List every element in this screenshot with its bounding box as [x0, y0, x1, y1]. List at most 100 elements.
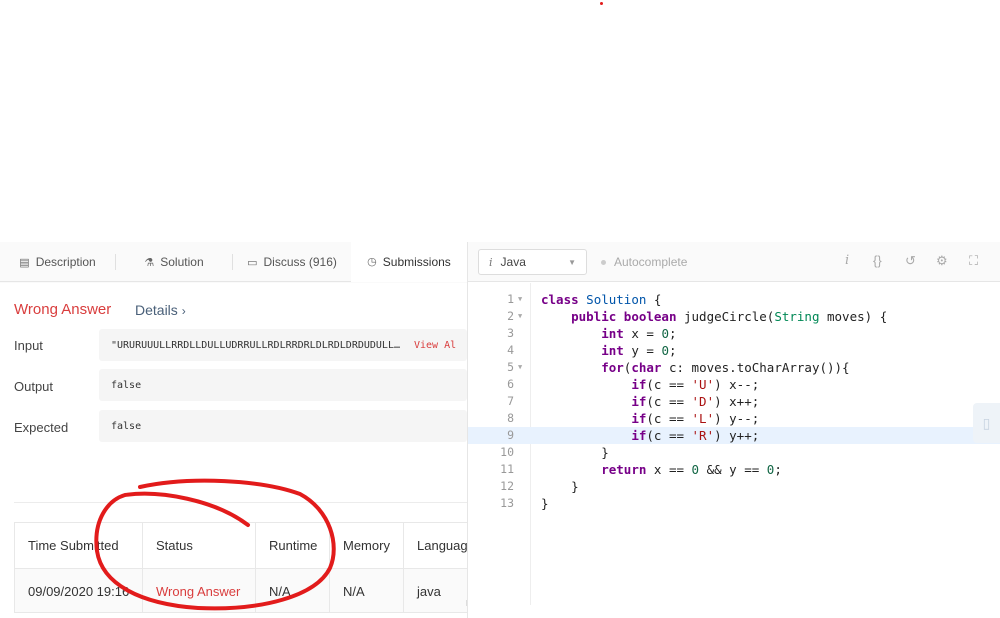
code-line[interactable]: 12 }	[468, 478, 1000, 495]
submissions-table: Time Submitted Status Runtime Memory Lan…	[14, 522, 467, 613]
line-number: 4	[507, 343, 514, 357]
autocomplete-toggle[interactable]: Autocomplete	[601, 255, 687, 269]
line-number: 5	[507, 360, 514, 374]
tab-description[interactable]: ▤ Description	[0, 242, 115, 282]
editor-toolbar: i Java ▼ Autocomplete i {} ↺ ⚙ ⛶	[468, 242, 1000, 282]
problem-tabs: ▤ Description ⚗ Solution ▭ Discuss (916)…	[0, 242, 467, 282]
fullscreen-icon[interactable]: ⛶	[969, 253, 978, 269]
code-line[interactable]: 11 return x == 0 && y == 0;	[468, 461, 1000, 478]
code-line[interactable]: 3 int x = 0;	[468, 325, 1000, 342]
code-text: return x == 0 && y == 0;	[601, 462, 782, 477]
cell-status[interactable]: Wrong Answer	[143, 569, 256, 612]
tab-discuss[interactable]: ▭ Discuss (916)	[233, 242, 351, 282]
tab-solution[interactable]: ⚗ Solution	[116, 242, 232, 282]
line-number: 7	[507, 394, 514, 408]
language-select[interactable]: i Java ▼	[478, 249, 587, 275]
cell-language: java	[417, 583, 441, 599]
red-dot-mark	[600, 2, 603, 5]
fold-arrow-icon[interactable]: ▼	[518, 359, 522, 376]
line-number: 8	[507, 411, 514, 425]
output-box: false	[99, 369, 467, 401]
code-text: int x = 0;	[601, 326, 677, 341]
table-row[interactable]: 09/09/2020 19:16 Wrong Answer N/A N/A ja…	[15, 569, 467, 612]
header-language[interactable]: Languag	[404, 523, 467, 568]
code-text: }	[541, 479, 579, 494]
expected-label: Expected	[14, 420, 69, 435]
submission-result: Wrong Answer Details › Input "URURUUULLRR…	[0, 283, 467, 618]
view-all-link[interactable]: View Al	[414, 340, 456, 351]
reset-icon[interactable]: ↺	[905, 253, 916, 269]
line-number: 9	[507, 428, 514, 442]
header-runtime[interactable]: Runtime	[256, 523, 330, 568]
header-time-submitted[interactable]: Time Submitted	[15, 523, 143, 568]
input-label: Input	[14, 338, 43, 353]
clock-icon: ◷	[367, 256, 377, 268]
line-number: 11	[500, 462, 514, 476]
code-text: class Solution {	[541, 292, 662, 307]
header-status[interactable]: Status	[143, 523, 256, 568]
cell-time-submitted: 09/09/2020 19:16	[15, 569, 143, 612]
line-number: 13	[500, 496, 514, 510]
fold-arrow-icon[interactable]: ▼	[518, 308, 522, 325]
expected-value: false	[111, 420, 142, 432]
caret-down-icon: ▼	[568, 258, 576, 267]
output-value: false	[111, 379, 142, 391]
flask-icon: ⚗	[144, 256, 155, 269]
line-number: 2	[507, 309, 514, 323]
output-label: Output	[14, 379, 54, 394]
table-header-row: Time Submitted Status Runtime Memory Lan…	[15, 523, 467, 569]
status-dot-icon	[601, 259, 606, 265]
fold-arrow-icon[interactable]: ▼	[518, 291, 522, 308]
header-memory[interactable]: Memory	[330, 523, 404, 568]
info-small-icon: i	[489, 255, 493, 269]
details-label: Details	[135, 302, 178, 318]
braces-icon[interactable]: {}	[873, 253, 882, 268]
side-tab-icon[interactable]: ▯	[973, 403, 1000, 443]
code-line[interactable]: 9 if(c == 'R') y++;	[468, 427, 1000, 444]
code-line[interactable]: 1 ▼ class Solution {	[468, 291, 1000, 308]
input-value: "URURUUULLRRDLLDULLUDRRULLRDLRRDRLDLRDLD…	[111, 339, 400, 351]
code-line[interactable]: 7 if(c == 'D') x++;	[468, 393, 1000, 410]
chevron-right-icon: ›	[181, 304, 186, 318]
code-line[interactable]: 4 int y = 0;	[468, 342, 1000, 359]
code-line[interactable]: 2 ▼ public boolean judgeCircle(String mov…	[468, 308, 1000, 325]
code-text: if(c == 'D') x++;	[631, 394, 760, 409]
line-number: 1	[507, 292, 514, 306]
code-text: if(c == 'L') y--;	[631, 411, 760, 426]
line-number: 10	[500, 445, 514, 459]
code-line[interactable]: 10 }	[468, 444, 1000, 461]
left-panel: ▤ Description ⚗ Solution ▭ Discuss (916)…	[0, 242, 467, 618]
settings-icon[interactable]: ⚙	[936, 253, 948, 269]
tab-submissions[interactable]: ◷ Submissions	[351, 242, 467, 282]
line-number: 6	[507, 377, 514, 391]
tab-label: Description	[35, 255, 96, 269]
code-line[interactable]: 5 ▼ for(char c: moves.toCharArray()){	[468, 359, 1000, 376]
code-text: for(char c: moves.toCharArray()){	[601, 360, 850, 375]
code-text: int y = 0;	[601, 343, 677, 358]
tab-label: Submissions	[382, 254, 451, 269]
language-value: Java	[500, 255, 526, 269]
code-editor[interactable]: 1 ▼ class Solution { 2 ▼ public boolean judg…	[468, 283, 1000, 605]
tab-label: Discuss (916)	[263, 255, 337, 269]
info-icon[interactable]: i	[845, 253, 849, 268]
code-text: if(c == 'U') x--;	[631, 377, 760, 392]
line-number: 12	[500, 479, 514, 493]
code-text: public boolean judgeCircle(String moves)…	[571, 309, 888, 324]
editor-panel: i Java ▼ Autocomplete i {} ↺ ⚙ ⛶ 1 ▼ class…	[467, 242, 1000, 618]
expected-box: false	[99, 410, 467, 442]
divider	[14, 502, 467, 503]
description-icon: ▤	[19, 256, 30, 269]
autocomplete-label: Autocomplete	[614, 255, 688, 269]
code-text: }	[541, 445, 609, 460]
code-line[interactable]: 13}	[468, 495, 1000, 512]
line-number: 3	[507, 326, 514, 340]
details-link[interactable]: Details ›	[135, 302, 186, 318]
cell-runtime: N/A	[256, 569, 330, 612]
code-line[interactable]: 6 if(c == 'U') x--;	[468, 376, 1000, 393]
result-title: Wrong Answer	[14, 301, 112, 318]
code-line[interactable]: 8 if(c == 'L') y--;	[468, 410, 1000, 427]
comment-icon: ▭	[247, 256, 258, 269]
code-text: }	[541, 496, 549, 511]
tab-label: Solution	[160, 255, 204, 269]
input-box: "URURUUULLRRDLLDULLUDRRULLRDLRRDRLDLRDLD…	[99, 329, 467, 361]
